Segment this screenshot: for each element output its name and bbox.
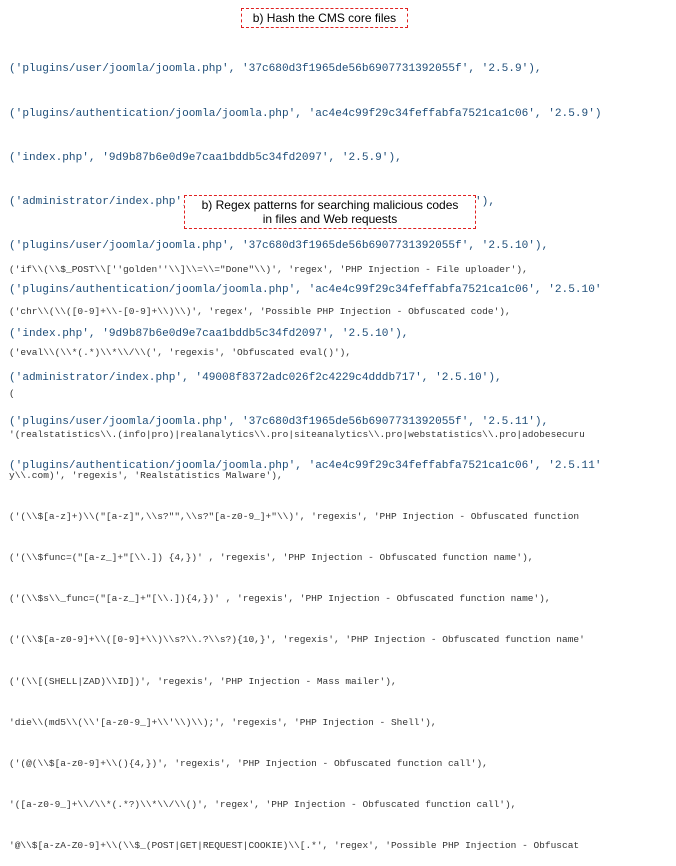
regex-line: (	[9, 387, 15, 399]
regex-line: ('(@(\\$[a-z0-9]+\\(){4,})', 'regexis', …	[9, 757, 488, 769]
section-b-caption-line1: b) Regex patterns for searching maliciou…	[201, 198, 459, 212]
hash-line: ('plugins/authentication/joomla/joomla.p…	[9, 107, 602, 120]
section-b-caption-line2: in files and Web requests	[262, 212, 398, 226]
regex-line: 'die\\(md5\\(\\'[a-z0-9_]+\\'\\)\\);', '…	[9, 716, 437, 728]
section-b-caption: b) Regex patterns for searching maliciou…	[184, 195, 476, 229]
regex-list: ('if\\(\\$_POST\\[''golden''\\]\\=\\="Do…	[9, 236, 585, 866]
regex-line: ('chr\\(\\([0-9]+\\-[0-9]+\\)\\)', 'rege…	[9, 305, 511, 317]
regex-line: '@\\$[a-zA-Z0-9]+\\(\\$_(POST|GET|REQUES…	[9, 839, 580, 851]
regex-line: '(realstatistics\\.(info|pro)|realanalyt…	[9, 428, 585, 440]
regex-line: ('(\\$[a-z]+)\\("[a-z]",\\s?"",\\s?"[a-z…	[9, 511, 580, 523]
section-a-caption: b) Hash the CMS core files	[241, 8, 408, 28]
regex-line: ('if\\(\\$_POST\\[''golden''\\]\\=\\="Do…	[9, 264, 528, 276]
regex-line: '([a-z0-9_]+\\/\\*(.*?)\\*\\/\\()', 'reg…	[9, 798, 517, 810]
regex-line: ('(\\$func=("[a-z_]+"[\\.]) {4,})' , 're…	[9, 552, 534, 564]
regex-line: ('(\\[(SHELL|ZAD)\\ID])', 'regexis', 'PH…	[9, 675, 397, 687]
regex-line: ('(\\$[a-z0-9]+\\([0-9]+\\)\\s?\\.?\\s?)…	[9, 634, 585, 646]
regex-line: y\\.com)', 'regexis', 'Realstatistics Ma…	[9, 469, 283, 481]
hash-line: ('plugins/user/joomla/joomla.php', '37c6…	[9, 63, 542, 76]
regex-line: ('eval\\(\\*(.*)\\*\\/\\(', 'regexis', '…	[9, 346, 352, 358]
section-a-caption-text: b) Hash the CMS core files	[252, 11, 397, 25]
hash-line: ('index.php', '9d9b87b6e0d9e7caa1bddb5c3…	[9, 151, 402, 164]
regex-line: ('(\\$s\\_func=("[a-z_]+"[\\.]){4,})' , …	[9, 593, 551, 605]
